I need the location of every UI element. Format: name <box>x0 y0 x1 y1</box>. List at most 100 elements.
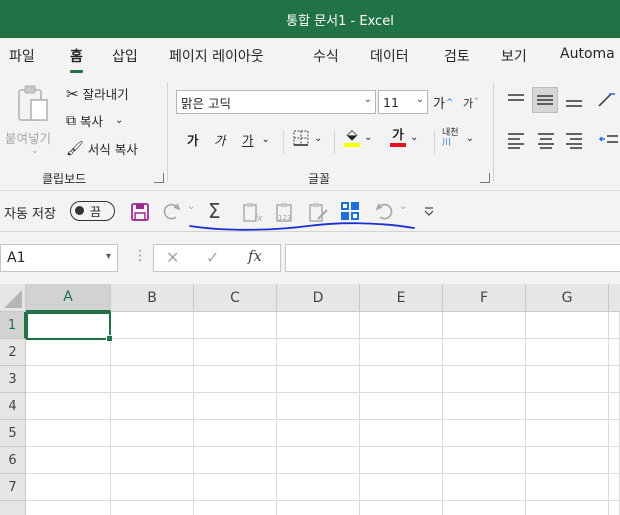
cell[interactable] <box>443 366 526 393</box>
cell[interactable] <box>277 393 360 420</box>
cell[interactable] <box>26 447 111 474</box>
cell[interactable] <box>194 447 277 474</box>
column-header-a[interactable]: A <box>26 284 111 312</box>
cell[interactable] <box>194 393 277 420</box>
column-header-c[interactable]: C <box>194 284 277 312</box>
undo-button[interactable]: ⌄ <box>372 201 412 223</box>
borders-button[interactable]: ⌄ <box>292 129 322 147</box>
cell[interactable] <box>111 366 194 393</box>
shrink-font-button[interactable]: 가ˇ <box>463 95 479 111</box>
row-header-6[interactable]: 6 <box>0 447 26 474</box>
align-left-button[interactable] <box>506 130 526 150</box>
row-header-5[interactable]: 5 <box>0 420 26 447</box>
cell[interactable] <box>194 501 277 515</box>
cell[interactable] <box>26 339 111 366</box>
tab-page-layout[interactable]: 페이지 레이아웃 <box>169 46 264 66</box>
cell[interactable] <box>360 474 443 501</box>
cell[interactable] <box>26 393 111 420</box>
select-all-corner[interactable] <box>0 284 26 312</box>
cell[interactable] <box>26 420 111 447</box>
freeze-panes-button[interactable] <box>340 201 360 221</box>
cell[interactable] <box>277 474 360 501</box>
orientation-button[interactable] <box>596 90 618 110</box>
bold-button[interactable]: 가 <box>187 130 199 149</box>
clipboard-launcher-icon[interactable] <box>154 173 164 183</box>
cell[interactable] <box>443 474 526 501</box>
tab-automate[interactable]: Automa <box>560 46 615 62</box>
column-header-f[interactable]: F <box>443 284 526 312</box>
cell[interactable] <box>609 420 620 447</box>
cell[interactable] <box>443 501 526 515</box>
cell[interactable] <box>277 339 360 366</box>
cell[interactable] <box>26 474 111 501</box>
cancel-icon[interactable]: ✕ <box>166 248 179 267</box>
cell[interactable] <box>609 474 620 501</box>
cell[interactable] <box>609 393 620 420</box>
cell[interactable] <box>609 501 620 515</box>
cell[interactable] <box>111 447 194 474</box>
tab-review[interactable]: 검토 <box>444 46 470 66</box>
cell[interactable] <box>360 339 443 366</box>
paste-values-button[interactable]: 123 <box>275 201 299 223</box>
cell[interactable] <box>443 447 526 474</box>
row-header-2[interactable]: 2 <box>0 339 26 366</box>
insert-function-icon[interactable]: fx <box>248 247 262 265</box>
cell[interactable] <box>443 312 526 339</box>
cell[interactable] <box>194 366 277 393</box>
tab-data[interactable]: 데이터 <box>370 46 409 66</box>
redo-button[interactable]: ⌄ <box>160 201 200 223</box>
cell[interactable] <box>443 393 526 420</box>
grow-font-button[interactable]: 가 ^ <box>433 93 454 112</box>
cell[interactable] <box>277 501 360 515</box>
cell[interactable] <box>360 420 443 447</box>
cell[interactable] <box>194 420 277 447</box>
phonetic-button[interactable]: 내천 川 ⌄ <box>442 128 474 148</box>
cell[interactable] <box>526 339 609 366</box>
active-cell-a1[interactable] <box>26 312 113 342</box>
cell[interactable] <box>526 501 609 515</box>
cell[interactable] <box>360 447 443 474</box>
column-header-d[interactable]: D <box>277 284 360 312</box>
column-header-b[interactable]: B <box>111 284 194 312</box>
font-name-select[interactable]: 맑은 고딕 ⌄ <box>176 90 376 114</box>
cell[interactable] <box>111 474 194 501</box>
cell[interactable] <box>277 312 360 339</box>
cell[interactable] <box>277 366 360 393</box>
cell[interactable] <box>111 501 194 515</box>
row-header-4[interactable]: 4 <box>0 393 26 420</box>
cell[interactable] <box>526 420 609 447</box>
copy-button[interactable]: ⧉ 복사 ⌄ <box>66 111 123 130</box>
column-header-partial[interactable] <box>609 284 620 312</box>
italic-button[interactable]: 가 <box>214 130 226 149</box>
cell[interactable] <box>277 447 360 474</box>
cell[interactable] <box>194 474 277 501</box>
align-top-button[interactable] <box>506 90 526 110</box>
cell[interactable] <box>360 501 443 515</box>
autosum-button[interactable]: Σ <box>208 199 228 223</box>
column-header-g[interactable]: G <box>526 284 609 312</box>
decrease-indent-button[interactable] <box>598 130 620 150</box>
tab-file[interactable]: 파일 <box>9 46 35 66</box>
cell[interactable] <box>360 366 443 393</box>
cell[interactable] <box>609 312 620 339</box>
paste-special-button[interactable] <box>308 201 330 223</box>
row-header-8[interactable] <box>0 501 26 515</box>
cell[interactable] <box>360 393 443 420</box>
cell[interactable] <box>26 366 111 393</box>
paste-formulas-button[interactable]: fx <box>242 201 264 224</box>
cell[interactable] <box>443 420 526 447</box>
tab-insert[interactable]: 삽입 <box>112 46 138 66</box>
cell[interactable] <box>26 501 111 515</box>
enter-icon[interactable]: ✓ <box>206 248 219 267</box>
formula-input[interactable] <box>285 244 620 272</box>
align-center-button[interactable] <box>536 130 556 150</box>
cell[interactable] <box>111 393 194 420</box>
cell[interactable] <box>443 339 526 366</box>
align-bottom-button[interactable] <box>564 90 584 110</box>
cell[interactable] <box>526 474 609 501</box>
save-button[interactable] <box>130 202 150 222</box>
cell[interactable] <box>111 339 194 366</box>
font-size-select[interactable]: 11 ⌄ <box>378 90 428 114</box>
font-color-button[interactable]: 가 ⌄ <box>390 127 418 147</box>
cell[interactable] <box>526 393 609 420</box>
